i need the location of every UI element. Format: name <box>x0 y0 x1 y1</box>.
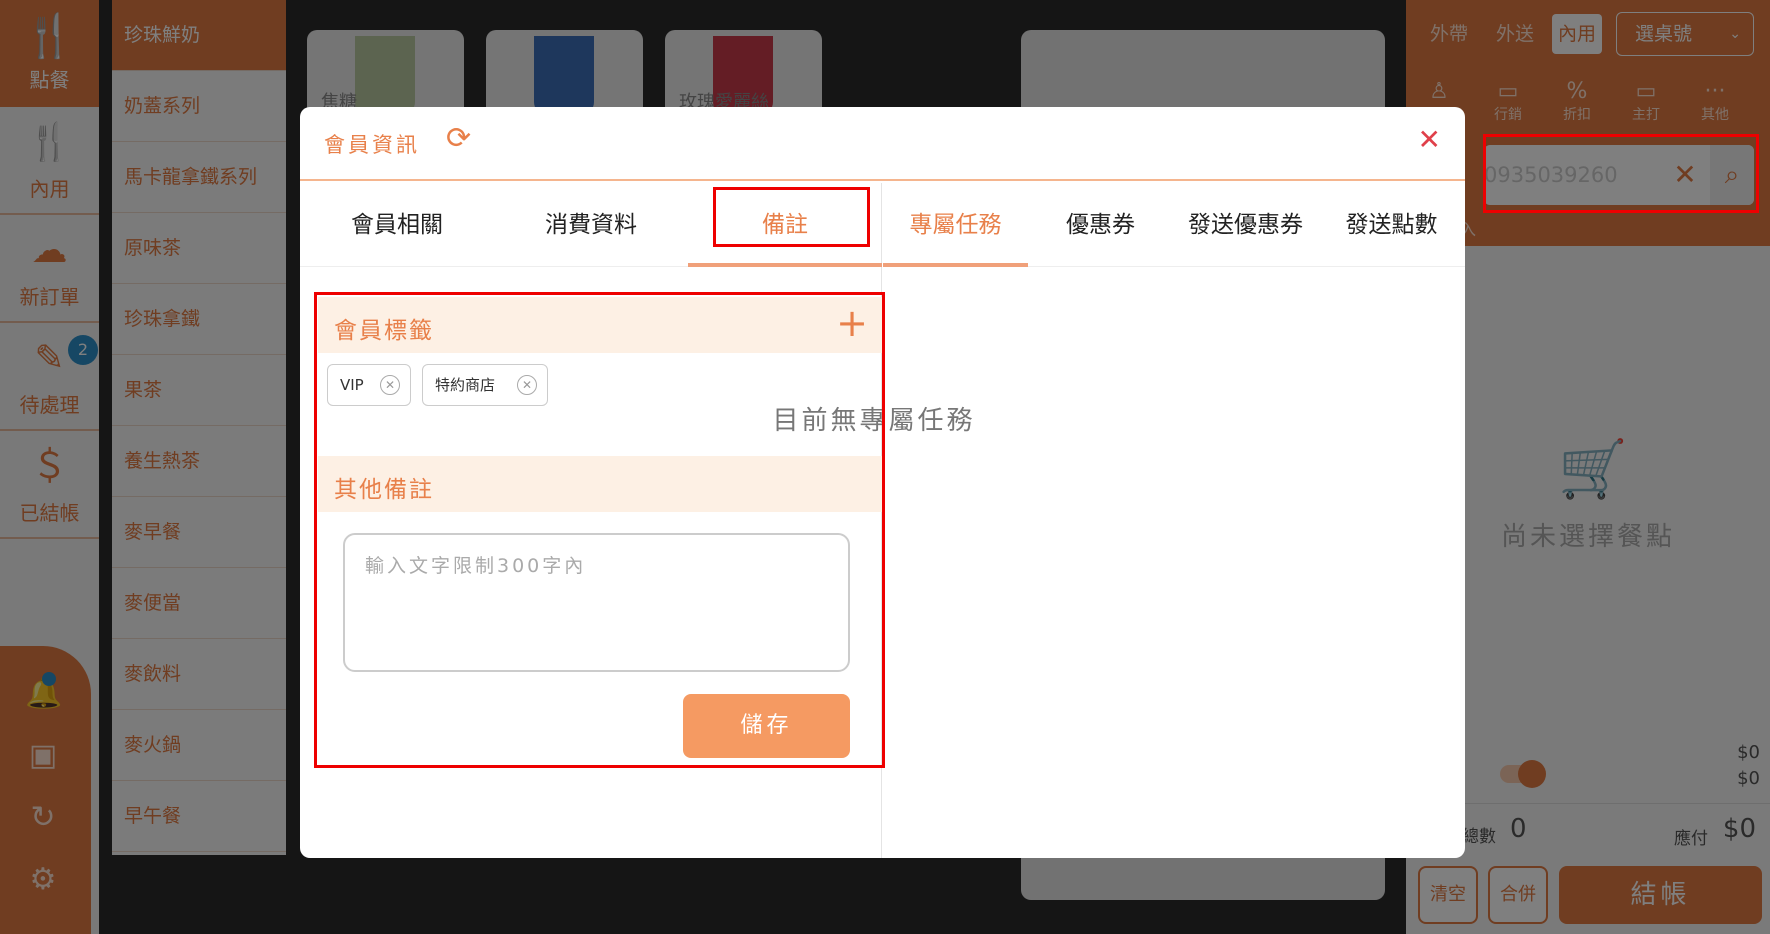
modal-title: 會員資訊 <box>324 133 420 157</box>
close-icon[interactable]: ✕ <box>1418 123 1441 156</box>
highlight-notes-tab <box>713 187 870 247</box>
tab-consumption[interactable]: 消費資料 <box>494 183 688 267</box>
right-tabs: 專屬任務 優惠券 發送優惠券 發送點數 <box>883 183 1465 267</box>
tab-coupons[interactable]: 優惠券 <box>1028 183 1173 267</box>
refresh-icon[interactable]: ⟳ <box>446 121 471 156</box>
highlight-notes-section <box>314 292 885 768</box>
modal-header: 會員資訊 ⟳ ✕ <box>300 107 1465 181</box>
tab-underline <box>883 263 1028 267</box>
tab-underline <box>688 263 882 267</box>
tab-send-points[interactable]: 發送點數 <box>1318 183 1465 267</box>
tab-member[interactable]: 會員相關 <box>300 183 494 267</box>
modal-right-pane: 專屬任務 優惠券 發送優惠券 發送點數 <box>883 183 1465 858</box>
tab-send-coupon[interactable]: 發送優惠券 <box>1173 183 1318 267</box>
tab-exclusive-tasks[interactable]: 專屬任務 <box>883 183 1028 267</box>
highlight-search <box>1483 134 1759 213</box>
